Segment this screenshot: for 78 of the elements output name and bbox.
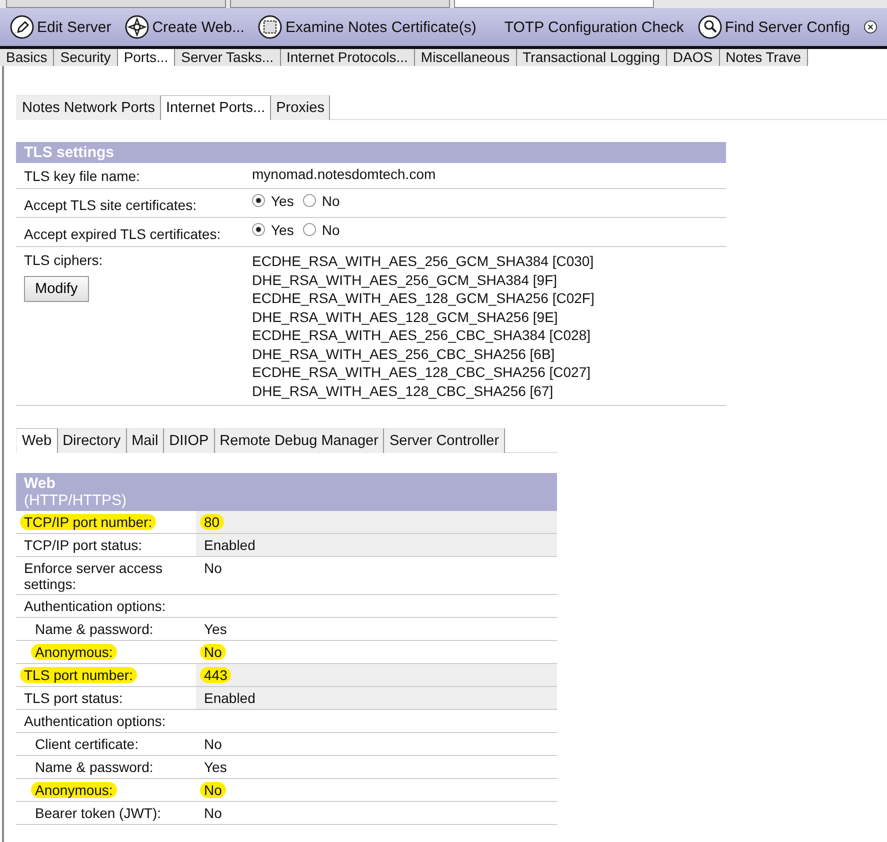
toolbar-button[interactable]: Edit Server [10, 15, 112, 39]
field-value: Enabled [203, 690, 256, 706]
field-label: Authentication options: [23, 713, 167, 729]
window-tab[interactable] [6, 0, 226, 8]
form-tab[interactable]: Transactional Logging [516, 49, 667, 66]
radio-label: No [322, 193, 340, 209]
field-label: Name & password: [34, 759, 154, 775]
cipher-item: ECDHE_RSA_WITH_AES_256_GCM_SHA384 [C030] [252, 252, 595, 270]
form-tab[interactable]: Notes Trave [720, 49, 808, 66]
field-label: Enforce server access settings: [23, 560, 164, 592]
field-value: Enabled [203, 537, 256, 553]
field-label: Authentication options: [23, 598, 167, 614]
protocol-tab[interactable]: Remote Debug Manager [214, 428, 384, 453]
search-icon [698, 15, 722, 39]
field-value: mynomad.notesdomtech.com [251, 165, 437, 184]
protocol-tab[interactable]: Server Controller [384, 428, 506, 453]
field-label: Name & password: [34, 621, 154, 637]
field-value: No [203, 560, 223, 576]
window-tab[interactable] [454, 0, 654, 8]
form-tab[interactable]: Internet Protocols... [280, 49, 415, 66]
section-tab[interactable]: Internet Ports... [160, 95, 272, 120]
toolbar-button[interactable]: TOTP Configuration Check [504, 18, 684, 36]
cipher-item: ECDHE_RSA_WITH_AES_128_GCM_SHA256 [C02F] [252, 289, 596, 308]
form-tab[interactable]: Miscellaneous [414, 49, 517, 66]
form-tab[interactable]: Security [54, 49, 118, 66]
window-tab[interactable] [230, 0, 450, 8]
field-value: Yes [203, 621, 228, 637]
field-value: No [200, 782, 226, 798]
section-header: TLS settings [16, 142, 726, 163]
radio-button[interactable] [302, 194, 316, 207]
field-label: TCP/IP port status: [23, 537, 144, 553]
form-tab[interactable]: Basics [0, 49, 54, 66]
radio-button[interactable] [252, 223, 265, 236]
cipher-item: DHE_RSA_WITH_AES_128_CBC_SHA256 [67] [252, 382, 554, 400]
toolbar-button[interactable]: Create Web... [125, 15, 244, 39]
cipher-item: ECDHE_RSA_WITH_AES_128_CBC_SHA256 [C027] [252, 363, 592, 382]
field-value: 443 [200, 667, 232, 683]
protocol-tab[interactable]: Directory [58, 428, 127, 453]
field-label: Anonymous: [31, 782, 117, 798]
field-label: TLS ciphers: [24, 252, 104, 268]
field-label: TLS key file name: [23, 167, 141, 186]
pencil-icon [10, 15, 34, 39]
toolbar-button[interactable]: Examine Notes Certificate(s) [258, 15, 476, 39]
section-title: Web [24, 475, 56, 492]
field-label: Accept TLS site certificates: [23, 196, 198, 215]
field-value: No [203, 736, 223, 752]
radio-label: Yes [271, 193, 294, 209]
section-tab[interactable]: Notes Network Ports [16, 95, 161, 120]
field-value: 80 [200, 514, 224, 530]
certificate-icon [258, 15, 282, 39]
modify-button[interactable]: Modify [24, 276, 89, 302]
field-label: TLS port status: [23, 690, 124, 706]
protocol-tab[interactable]: Web [16, 428, 58, 453]
field-label: Anonymous: [31, 644, 117, 660]
protocol-tab[interactable]: Mail [126, 428, 164, 453]
section-tab[interactable]: Proxies [271, 95, 330, 120]
field-label: Bearer token (JWT): [34, 805, 162, 821]
field-value: No [200, 644, 226, 660]
field-value: Yes [203, 759, 228, 775]
form-tab[interactable]: DAOS [666, 49, 720, 66]
field-label: TLS port number: [20, 667, 137, 683]
field-label: TCP/IP port number: [20, 514, 156, 530]
cipher-item: DHE_RSA_WITH_AES_256_GCM_SHA384 [9F] [252, 270, 558, 289]
cipher-item: ECDHE_RSA_WITH_AES_256_CBC_SHA384 [C028] [252, 326, 592, 344]
protocol-tab[interactable]: DIIOP [164, 428, 215, 453]
radio-label: Yes [271, 222, 294, 238]
section-subtitle: (HTTP/HTTPS) [24, 492, 128, 509]
radio-button[interactable] [302, 223, 316, 236]
field-label: Client certificate: [34, 736, 140, 752]
cipher-item: DHE_RSA_WITH_AES_256_CBC_SHA256 [6B] [252, 344, 556, 363]
radio-label: No [322, 222, 340, 238]
cipher-item: DHE_RSA_WITH_AES_128_GCM_SHA256 [9E] [252, 308, 559, 326]
toolbar-button[interactable]: Find Server Config [698, 15, 850, 39]
radio-button[interactable] [252, 194, 265, 207]
form-tab[interactable]: Server Tasks... [175, 49, 280, 66]
compass-icon [125, 15, 150, 39]
field-label: Accept expired TLS certificates: [23, 225, 222, 244]
field-value: No [203, 805, 223, 821]
